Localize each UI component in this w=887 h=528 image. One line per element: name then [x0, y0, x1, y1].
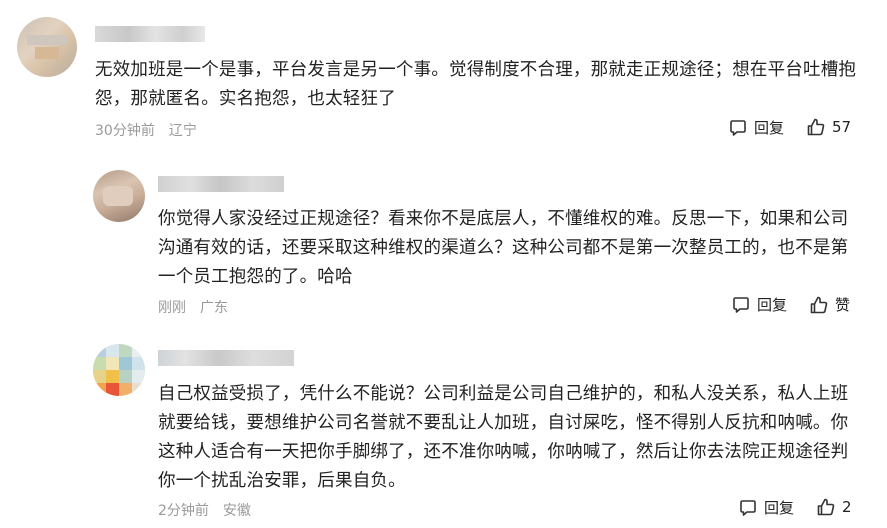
comment-location: 广东 [200, 300, 228, 316]
reply-label: 回复 [754, 119, 785, 137]
comment-location: 安徽 [222, 503, 251, 519]
comment-text: 自己权益受损了，凭什么不能说？公司利益是公司自己维护的，和私人没关系，私人上班就… [158, 384, 849, 491]
comment-bubble-icon [738, 498, 758, 518]
comment-text: 无效加班是一个是事，平台发言是另一个事。觉得制度不合理，那就走正规途径；想在平台… [95, 60, 857, 109]
comment-meta: 刚刚 广东 [158, 297, 228, 317]
like-label: 赞 [835, 296, 851, 314]
avatar[interactable] [93, 170, 145, 222]
avatar[interactable] [93, 344, 145, 396]
comment-bubble-icon [731, 295, 751, 315]
reply-button[interactable]: 回复 [728, 117, 784, 138]
reply-label: 回复 [757, 296, 788, 314]
username-blurred[interactable] [158, 350, 294, 366]
comment-meta: 30分钟前 辽宁 [95, 120, 197, 140]
comment-time: 刚刚 [158, 300, 186, 316]
thumbs-up-icon [809, 295, 829, 315]
thumbs-up-icon [806, 117, 826, 137]
comment-location: 辽宁 [168, 123, 197, 139]
like-count: 57 [832, 118, 852, 136]
reply-label: 回复 [764, 499, 795, 517]
like-button[interactable]: 57 [806, 117, 851, 137]
comment-text: 你觉得人家没经过正规途径？看来你不是底层人，不懂维权的难。反思一下，如果和公司沟… [158, 209, 849, 287]
like-button[interactable]: 赞 [809, 294, 850, 315]
comment-meta: 2分钟前 安徽 [158, 500, 251, 520]
comment-time: 30分钟前 [95, 123, 155, 139]
avatar[interactable] [17, 17, 77, 77]
like-button[interactable]: 2 [816, 497, 852, 517]
username-blurred[interactable] [95, 26, 205, 42]
username-blurred[interactable] [158, 176, 284, 192]
comment-time: 2分钟前 [158, 503, 209, 519]
like-count: 2 [842, 498, 852, 516]
thumbs-up-icon [816, 497, 836, 517]
reply-button[interactable]: 回复 [738, 497, 794, 518]
comment-bubble-icon [728, 118, 748, 138]
reply-button[interactable]: 回复 [731, 294, 787, 315]
